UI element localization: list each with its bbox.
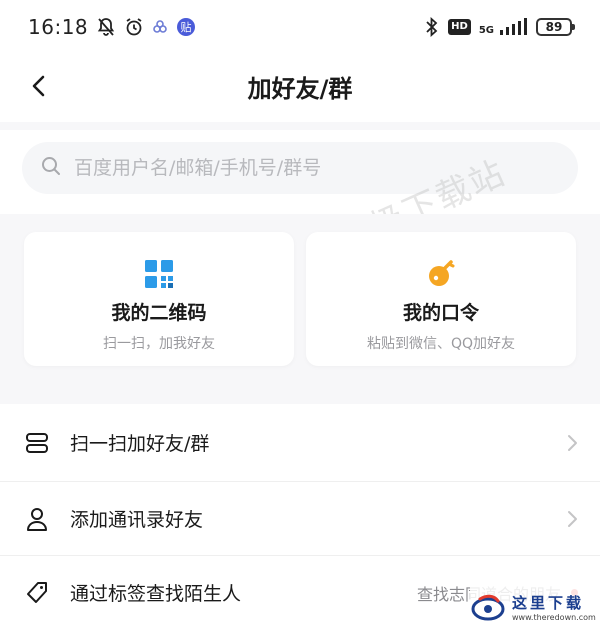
page-title: 加好友/群 bbox=[247, 74, 353, 103]
scan-icon bbox=[24, 430, 50, 456]
scan-add-friend-item[interactable]: 扫一扫加好友/群 bbox=[0, 404, 600, 482]
list-item-label: 通过标签查找陌生人 bbox=[70, 583, 242, 605]
add-contacts-item[interactable]: 添加通讯录好友 bbox=[0, 482, 600, 556]
hd-badge: HD bbox=[448, 19, 471, 35]
card-subtitle: 扫一扫，加我好友 bbox=[103, 336, 215, 352]
alarm-icon bbox=[124, 17, 144, 37]
list-item-label: 添加通讯录好友 bbox=[70, 509, 204, 531]
site-logo-mark-icon bbox=[471, 594, 505, 621]
command-icon bbox=[429, 260, 455, 286]
bluetooth-icon bbox=[424, 17, 440, 37]
contact-icon bbox=[24, 506, 50, 532]
nav-bar: 加好友/群 bbox=[0, 54, 600, 118]
search-input[interactable] bbox=[74, 157, 578, 179]
my-command-card[interactable]: 我的口令 粘贴到微信、QQ加好友 bbox=[306, 232, 576, 366]
link-icon bbox=[152, 19, 168, 35]
my-qr-code-card[interactable]: 我的二维码 扫一扫，加我好友 bbox=[24, 232, 294, 366]
bell-off-icon bbox=[96, 17, 116, 37]
divider-band bbox=[0, 122, 600, 130]
qr-code-icon bbox=[145, 260, 173, 288]
chevron-left-icon bbox=[32, 75, 45, 97]
search-box[interactable] bbox=[22, 142, 578, 194]
card-title: 我的二维码 bbox=[111, 302, 207, 324]
status-bar: 16:18 贴 HD 5G 89 bbox=[0, 0, 600, 54]
card-title: 我的口令 bbox=[402, 302, 479, 324]
back-button[interactable] bbox=[20, 68, 56, 104]
card-subtitle: 粘贴到微信、QQ加好友 bbox=[366, 336, 516, 352]
battery-indicator: 89 bbox=[536, 18, 575, 36]
chevron-right-icon bbox=[568, 510, 577, 527]
site-logo: 这里下载 www.theredown.com bbox=[470, 586, 600, 628]
site-logo-name: 这里下载 bbox=[512, 594, 585, 612]
status-time: 16:18 bbox=[28, 15, 89, 39]
list-item-label: 扫一扫加好友/群 bbox=[70, 433, 210, 455]
search-icon bbox=[40, 155, 62, 181]
network-type: 5G bbox=[478, 25, 494, 36]
signal-icon bbox=[498, 18, 528, 36]
card-section: 我的二维码 扫一扫，加我好友 我的口令 粘贴到微信、QQ加好友 bbox=[0, 214, 600, 404]
chevron-right-icon bbox=[568, 434, 577, 451]
site-logo-url: www.theredown.com bbox=[512, 613, 596, 622]
tag-icon bbox=[24, 580, 50, 606]
tieba-app-badge-text: 贴 bbox=[181, 20, 192, 34]
tieba-app-icon: 贴 bbox=[176, 17, 196, 37]
